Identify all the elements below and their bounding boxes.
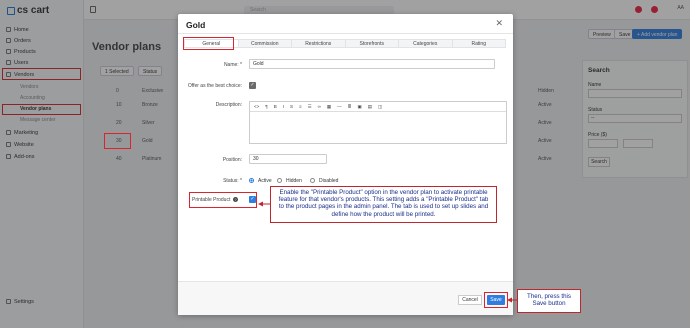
annotation-arrows xyxy=(258,201,517,303)
printable-arrowhead xyxy=(258,201,263,207)
save-arrowhead xyxy=(507,297,512,303)
printable-product-callout: Enable the "Printable Product" option in… xyxy=(270,186,497,223)
save-callout: Then, press this Save button xyxy=(517,289,581,313)
